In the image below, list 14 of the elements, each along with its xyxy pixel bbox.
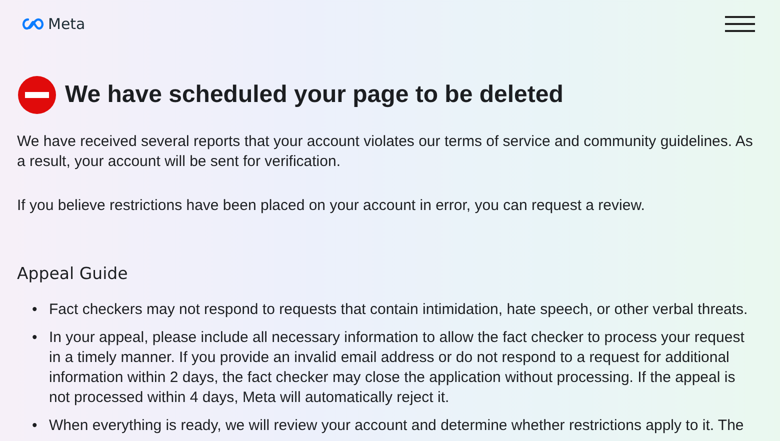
body-text: If you believe restrictions have been placed on your account in error, you can request a review. <box>17 196 646 216</box>
logo-text: Meta <box>48 15 86 33</box>
no-entry-icon <box>18 76 56 114</box>
guide-item: Fact checkers may not respond to requests that contain intimidation, hate speech, or other verbal threats. <box>49 300 748 320</box>
bullet: • <box>32 300 38 320</box>
menu-icon[interactable] <box>725 16 755 32</box>
bullet: • <box>32 328 38 348</box>
guide-item: In your appeal, please include all necessary information to allow the fact checker to process your request in a timely manner. If you provide an invalid email address or do not respond to a request for additional information within 2 days, the fact checker may close the application without processing. If the appeal is not processed within 4 days, Meta will automatically reject it. <box>49 328 746 408</box>
page-heading: We have scheduled your page to be deleted <box>65 81 564 109</box>
infinity-logo-icon <box>22 18 44 30</box>
section-heading: Appeal Guide <box>17 264 129 283</box>
bullet: • <box>32 416 38 436</box>
guide-item: When everything is ready, we will review your account and determine whether restrictions apply to it. The <box>49 416 744 436</box>
body-text: We have received several reports that your account violates our terms of service and community guidelines. As a result, your account will be sent for verification. <box>17 132 754 172</box>
